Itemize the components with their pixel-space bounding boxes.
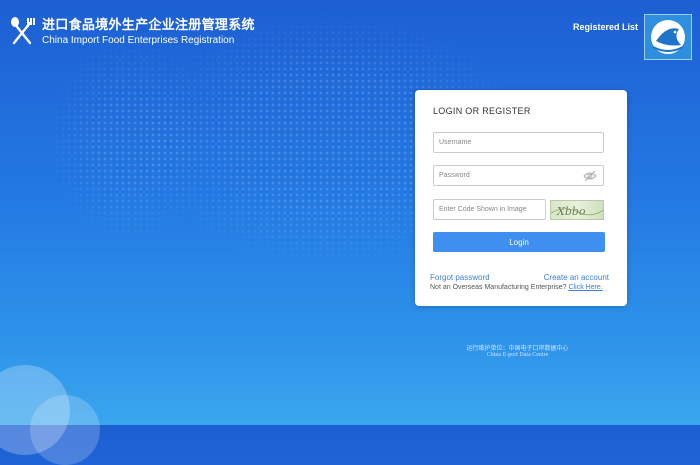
- notice-text: Not an Overseas Manufacturing Enterprise…: [430, 284, 567, 291]
- non-manufacturer-notice: Not an Overseas Manufacturing Enterprise…: [430, 284, 603, 291]
- captcha-placeholder: Enter Code Shown in Image: [439, 206, 527, 213]
- login-card: LOGIN OR REGISTER Username Password Ente…: [415, 90, 627, 306]
- captcha-image[interactable]: Xbbo: [550, 200, 604, 220]
- captcha-text: Xbbo: [556, 205, 586, 218]
- click-here-link[interactable]: Click Here.: [569, 284, 603, 291]
- create-account-link[interactable]: Create an account: [544, 273, 609, 282]
- eye-slash-icon[interactable]: [583, 170, 597, 182]
- footer-operator-en: China E-port Data Centre: [486, 352, 549, 358]
- forgot-password-link[interactable]: Forgot password: [430, 273, 490, 282]
- login-button[interactable]: Login: [433, 232, 605, 252]
- app-title-cn: 进口食品境外生产企业注册管理系统: [42, 17, 255, 32]
- password-placeholder: Password: [439, 172, 470, 179]
- app-title-en: China Import Food Enterprises Registrati…: [42, 35, 235, 46]
- brand: 进口食品境外生产企业注册管理系统 China Import Food Enter…: [8, 15, 255, 49]
- fish-icon[interactable]: [644, 14, 692, 60]
- footer-operator-cn: 运行维护单位：中国电子口岸数据中心: [466, 346, 569, 352]
- fork-spoon-icon: [11, 17, 35, 45]
- registered-list-link[interactable]: Registered List: [573, 22, 638, 32]
- password-input[interactable]: Password: [433, 165, 604, 186]
- login-title: LOGIN OR REGISTER: [433, 106, 531, 116]
- username-placeholder: Username: [439, 139, 472, 146]
- background-cloud: [30, 395, 100, 465]
- username-input[interactable]: Username: [433, 132, 604, 153]
- captcha-input[interactable]: Enter Code Shown in Image: [433, 199, 546, 220]
